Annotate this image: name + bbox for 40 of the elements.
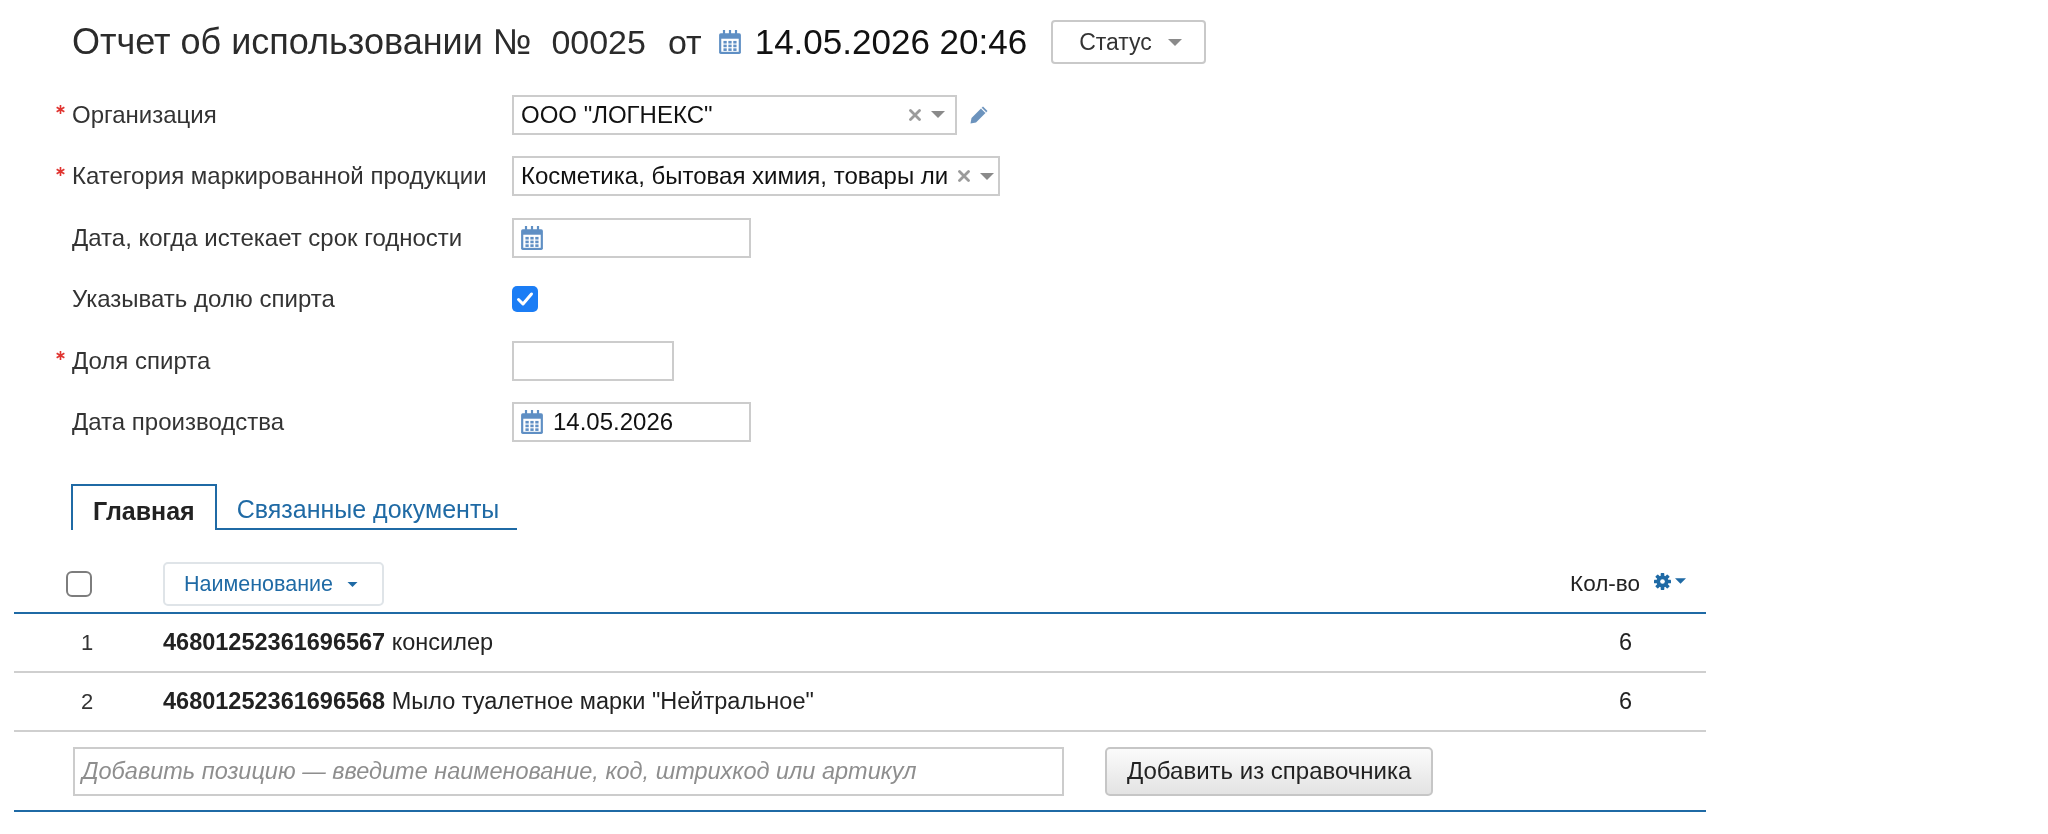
select-field[interactable]: ООО "ЛОГНЕКС" — [512, 94, 957, 135]
date-prefix: от — [667, 22, 702, 62]
field-label: Указывать долю спирта — [72, 285, 335, 314]
row-number: 2 — [81, 688, 94, 715]
field-label: Категория маркированной продукции — [72, 162, 487, 191]
quantity: 6 — [1618, 629, 1633, 656]
caret-icon — [347, 581, 359, 587]
status-button[interactable]: Статус — [1051, 20, 1206, 64]
column-sort-button[interactable]: Наименование — [163, 562, 385, 606]
field-label: Дата, когда истекает срок годности — [72, 223, 463, 252]
clear-icon[interactable] — [909, 108, 921, 121]
field-label: Дата производства — [72, 408, 285, 437]
date-field[interactable] — [512, 217, 751, 258]
document-number: 00025 — [551, 22, 646, 62]
field-label: Доля спирта — [72, 346, 211, 375]
pencil-icon[interactable] — [969, 104, 989, 125]
checkbox[interactable] — [66, 571, 92, 597]
product-name: 46801252361696567 консилер — [163, 629, 494, 656]
clear-icon[interactable] — [958, 170, 971, 183]
calendar-icon[interactable] — [521, 225, 543, 250]
calendar-icon[interactable] — [718, 30, 741, 54]
add-from-catalog-button[interactable]: Добавить из справочника — [1105, 746, 1434, 796]
row-number: 1 — [81, 629, 94, 656]
product-name: 46801252361696568 Мыло туалетное марки "Нейтральное" — [163, 688, 814, 715]
caret-icon[interactable] — [980, 172, 995, 180]
quantity: 6 — [1618, 688, 1633, 715]
select-field[interactable]: Косметика, бытовая химия, товары ли — [512, 156, 1000, 197]
checkbox[interactable] — [512, 286, 538, 313]
column-header: Кол-во — [1570, 571, 1641, 597]
calendar-icon[interactable] — [521, 410, 543, 435]
caret-icon[interactable] — [1675, 578, 1686, 584]
field-label: Организация — [72, 100, 217, 129]
document-date: 14.05.2026 20:46 — [754, 22, 1028, 62]
input-field[interactable] — [512, 340, 674, 381]
date-field[interactable]: 14.05.2026 — [512, 402, 751, 443]
caret-icon[interactable] — [931, 111, 945, 119]
settings-icon[interactable] — [1654, 572, 1671, 590]
page-title: Отчет об использовании № — [72, 21, 532, 63]
tab[interactable]: Главная — [71, 484, 217, 530]
caret-icon — [1167, 38, 1182, 46]
